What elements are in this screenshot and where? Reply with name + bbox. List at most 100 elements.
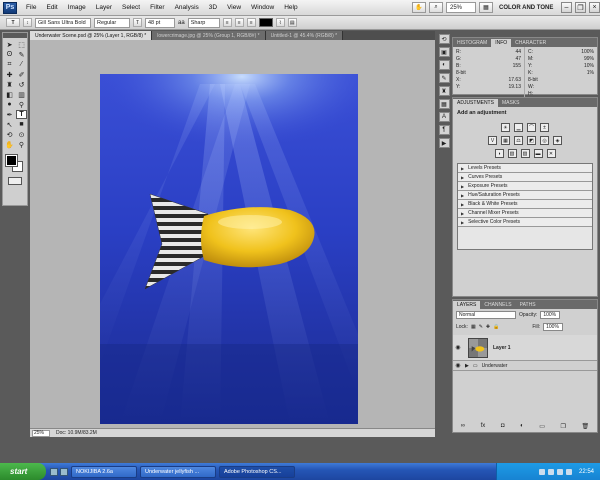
path-selection-tool-icon[interactable]: ↖ — [4, 120, 15, 129]
text-color-swatch[interactable] — [258, 18, 273, 27]
workspace-switcher[interactable]: COLOR AND TONE — [496, 2, 558, 13]
levels-icon[interactable]: ▁ — [514, 123, 523, 132]
zoom-tool-icon[interactable]: ⌕ — [429, 2, 443, 13]
lock-position-icon[interactable]: ✚ — [486, 324, 490, 330]
tray-volume-icon[interactable] — [556, 468, 563, 475]
shape-tool-icon[interactable]: ■ — [16, 120, 27, 129]
tool-preset-picker[interactable]: T — [6, 18, 20, 27]
align-left-icon[interactable]: ≡ — [222, 18, 232, 27]
clone-source-panel-icon[interactable]: ♜ — [438, 86, 450, 96]
tray-network-icon[interactable] — [565, 468, 572, 475]
canvas-area[interactable] — [30, 40, 435, 428]
selective-color-icon[interactable]: ✕ — [546, 149, 556, 158]
lock-pixels-icon[interactable]: ✎ — [479, 324, 483, 330]
layer-row-layer-1[interactable]: ◉ Layer 1 — [453, 335, 597, 361]
expand-arrow-icon[interactable]: ▶ — [465, 363, 469, 369]
menu-image[interactable]: Image — [63, 4, 91, 11]
preset-exposure[interactable]: Exposure Presets — [458, 182, 592, 191]
tab-character[interactable]: CHARACTER — [511, 39, 550, 47]
foreground-color-swatch[interactable] — [5, 154, 18, 167]
menu-analysis[interactable]: Analysis — [170, 4, 204, 11]
tray-app-icon[interactable] — [538, 468, 545, 475]
menu-window[interactable]: Window — [246, 4, 279, 11]
font-size-select[interactable]: 48 pt — [145, 17, 175, 28]
type-tool-icon[interactable]: T — [16, 110, 27, 119]
font-style-select[interactable]: Regular — [94, 17, 130, 28]
lock-transparency-icon[interactable]: ▦ — [471, 324, 476, 330]
navigator-panel-icon[interactable]: ▣ — [438, 47, 450, 57]
actions-panel-icon[interactable]: ▶ — [438, 138, 450, 148]
hand-tool-icon[interactable]: ✋ — [4, 140, 15, 149]
styles-panel-icon[interactable]: ◐ — [438, 60, 450, 70]
zoom-tool-icon-panel[interactable]: ⚲ — [16, 140, 27, 149]
menu-file[interactable]: File — [21, 4, 41, 11]
visibility-eye-icon[interactable]: ◉ — [453, 344, 463, 351]
threshold-icon[interactable]: ▨ — [520, 149, 530, 158]
tab-info[interactable]: INFO — [491, 39, 512, 47]
preset-curves[interactable]: Curves Presets — [458, 173, 592, 182]
quick-launch-app-icon[interactable] — [50, 467, 58, 476]
healing-brush-tool-icon[interactable]: ✚ — [4, 70, 15, 79]
brushes-panel-icon[interactable]: ✎ — [438, 73, 450, 83]
delete-layer-icon[interactable]: 🗑 — [582, 423, 590, 430]
quick-launch-app-icon[interactable] — [60, 467, 68, 476]
adjustment-layer-icon[interactable]: ◐ — [520, 423, 524, 430]
taskbar-item-underwater[interactable]: Underwater jellyfish ... — [140, 465, 216, 478]
font-family-select[interactable]: Gill Sans Ultra Bold — [35, 17, 91, 28]
tray-app-icon[interactable] — [547, 468, 554, 475]
swatches-panel-icon[interactable]: ▦ — [438, 99, 450, 109]
channel-mixer-icon[interactable]: ◈ — [553, 136, 562, 145]
color-balance-icon[interactable]: ⚖ — [514, 136, 523, 145]
tab-untitled-1[interactable]: Untitled-1 @ 45.4% (RGB/8) * — [265, 31, 344, 40]
eyedropper-tool-icon[interactable]: ⁄ — [16, 60, 27, 69]
menu-filter[interactable]: Filter — [145, 4, 169, 11]
quick-mask-icon[interactable] — [8, 177, 22, 185]
marquee-tool-icon[interactable]: ⬚ — [16, 40, 27, 49]
quick-select-tool-icon[interactable]: ✎ — [16, 50, 27, 59]
invert-icon[interactable]: ◑ — [494, 149, 504, 158]
hue-saturation-icon[interactable]: ▦ — [501, 136, 510, 145]
gradient-tool-icon[interactable]: ▥ — [16, 90, 27, 99]
tab-masks[interactable]: MASKS — [498, 99, 524, 107]
3d-orbit-tool-icon[interactable]: ⊙ — [16, 130, 27, 139]
add-mask-icon[interactable]: ◘ — [501, 423, 505, 430]
text-orientation-icon[interactable]: ↕ — [23, 18, 32, 27]
dodge-tool-icon[interactable]: ⚲ — [16, 100, 27, 109]
character-panel-strip-icon[interactable]: A — [438, 112, 450, 122]
menu-3d[interactable]: 3D — [204, 4, 222, 11]
layer-row-underwater[interactable]: ◉ ▶ ▭ Underwater — [453, 361, 597, 371]
blend-mode-select[interactable]: Normal — [456, 311, 516, 319]
arrange-documents-icon[interactable]: ▦ — [479, 2, 493, 13]
fill-field[interactable]: 100% — [543, 323, 564, 331]
taskbar-item-nokijiba[interactable]: NOKIJIBA 2.6a — [71, 465, 137, 478]
close-button[interactable]: × — [589, 2, 600, 13]
curves-icon[interactable]: ⌒ — [527, 123, 536, 132]
align-right-icon[interactable]: ≡ — [246, 18, 256, 27]
photo-filter-icon[interactable]: ◎ — [540, 136, 549, 145]
zoom-level-select[interactable]: 25% — [446, 2, 476, 13]
restore-button[interactable]: ❐ — [575, 2, 586, 13]
brush-tool-icon[interactable]: ✐ — [16, 70, 27, 79]
new-layer-icon[interactable]: ❐ — [561, 423, 566, 430]
preset-black-white[interactable]: Black & White Presets — [458, 200, 592, 209]
preset-levels[interactable]: Levels Presets — [458, 164, 592, 173]
preset-channel-mixer[interactable]: Channel Mixer Presets — [458, 209, 592, 218]
menu-layer[interactable]: Layer — [91, 4, 117, 11]
paragraph-panel-icon[interactable]: ¶ — [438, 125, 450, 135]
lock-all-icon[interactable]: 🔒 — [493, 324, 499, 330]
tab-layers[interactable]: LAYERS — [453, 301, 481, 309]
tab-paths[interactable]: PATHS — [516, 301, 540, 309]
move-tool-icon[interactable]: ➤ — [4, 40, 15, 49]
new-group-icon[interactable]: ▭ — [539, 423, 545, 430]
tab-underwater-scene[interactable]: Underwater Scene.psd @ 25% (Layer 1, RGB… — [30, 31, 153, 40]
character-panel-icon[interactable]: ▤ — [287, 18, 297, 27]
blur-tool-icon[interactable]: ● — [4, 100, 15, 109]
eraser-tool-icon[interactable]: ◧ — [4, 90, 15, 99]
preset-hue-saturation[interactable]: Hue/Saturation Presets — [458, 191, 592, 200]
menu-help[interactable]: Help — [279, 4, 302, 11]
3d-rotate-tool-icon[interactable]: ⟲ — [4, 130, 15, 139]
black-white-icon[interactable]: ◩ — [527, 136, 536, 145]
menu-select[interactable]: Select — [117, 4, 145, 11]
history-panel-icon[interactable]: ⟲ — [438, 34, 450, 44]
status-zoom-field[interactable]: 25% — [32, 429, 50, 437]
